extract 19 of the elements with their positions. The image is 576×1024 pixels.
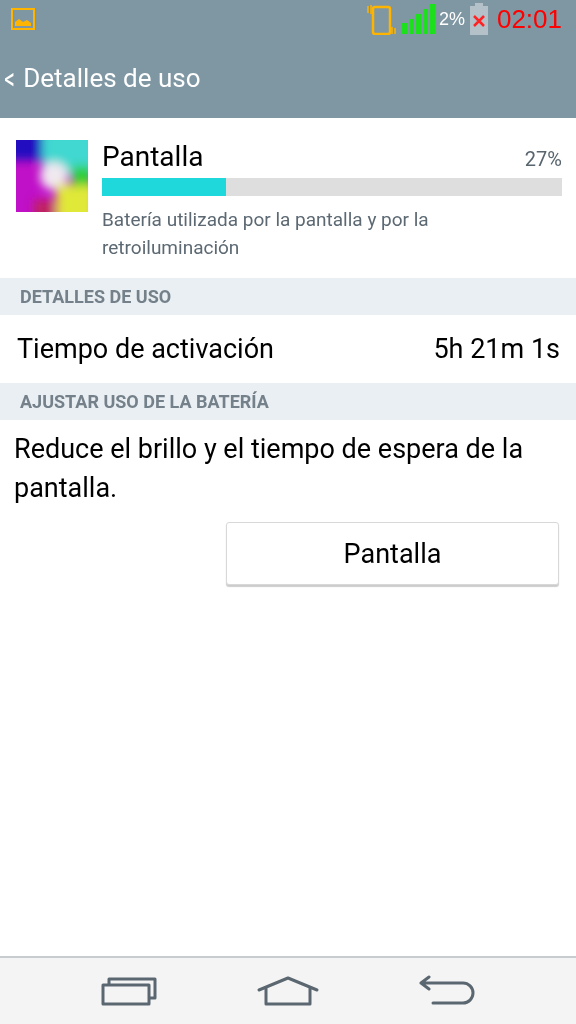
section-header: AJUSTAR USO DE LA BATERÍA: [0, 383, 576, 420]
home-button[interactable]: [257, 976, 319, 1006]
app-icon: [16, 140, 88, 212]
advice-text: Reduce el brillo y el tiempo de espera de la pantalla.: [14, 432, 525, 506]
clock: 02:01: [496, 3, 562, 35]
setting-label: Tiempo de activación: [17, 333, 274, 365]
vibrate-icon: [364, 3, 397, 35]
usage-description: Batería utilizada por la pantalla y por la retroiluminación: [102, 207, 430, 261]
setting-value: 5h 21m 1s: [433, 333, 560, 365]
section-header: DETALLES DE USO: [0, 278, 576, 315]
battery-percent: 2%: [438, 8, 465, 30]
app-name: Pantalla: [102, 140, 204, 173]
back-nav-button[interactable]: [419, 975, 475, 1007]
signal-icon: [400, 4, 435, 34]
gallery-icon: [10, 6, 36, 32]
battery-empty-icon: [468, 3, 489, 35]
screen-settings-button[interactable]: Pantalla: [226, 522, 559, 585]
recent-apps-button[interactable]: [101, 976, 157, 1006]
usage-percent: 27%: [524, 147, 562, 171]
